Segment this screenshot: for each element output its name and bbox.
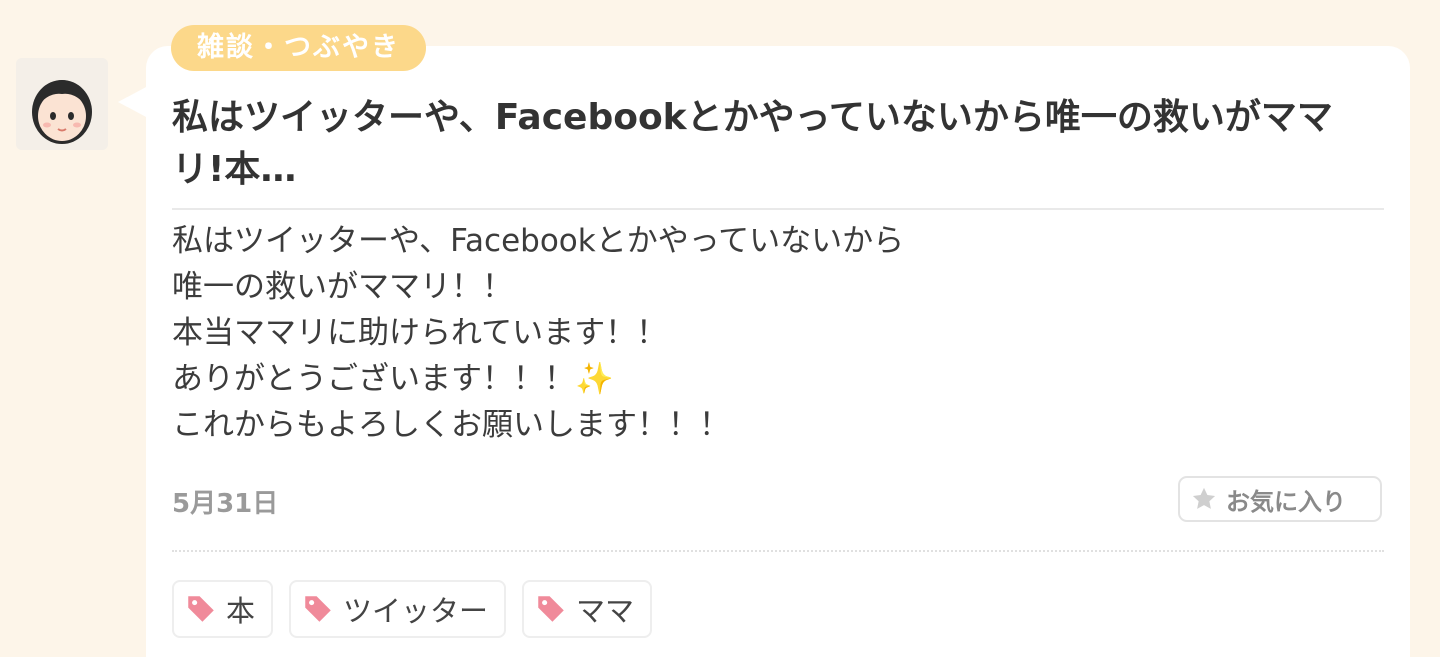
star-icon xyxy=(1192,487,1216,509)
tag-item[interactable]: 本 xyxy=(172,580,274,638)
tag-icon xyxy=(188,596,214,622)
category-badge[interactable]: 雑談・つぶやき xyxy=(171,25,426,71)
post-page: 雑談・つぶやき 私はツイッターや、Facebookとかやっていないから唯一の救い… xyxy=(0,0,1440,657)
tag-icon xyxy=(538,596,564,622)
speech-bubble-tail xyxy=(118,86,148,118)
user-avatar-icon xyxy=(16,58,108,150)
post-title[interactable]: 私はツイッターや、Facebookとかやっていないから唯一の救いがママリ!本… xyxy=(172,92,1384,196)
body-line: 唯一の救いがママリ！！ xyxy=(172,269,513,305)
tag-item[interactable]: ツイッター xyxy=(289,580,507,638)
post-body: 私はツイッターや、Facebookとかやっていないから 唯一の救いがママリ！！ … xyxy=(172,218,1384,448)
tag-icon xyxy=(305,596,331,622)
tag-item[interactable]: ママ xyxy=(522,580,653,638)
post-date: 5月31日 xyxy=(172,489,279,519)
tag-list: 本 ツイッター ママ xyxy=(172,580,653,638)
tag-label: ツイッター xyxy=(343,594,489,628)
body-line: 私はツイッターや、Facebookとかやっていないから xyxy=(172,223,905,259)
tag-label: 本 xyxy=(226,594,256,628)
favorite-button[interactable]: お気に入り xyxy=(1178,476,1382,522)
title-divider xyxy=(172,208,1384,210)
tag-label: ママ xyxy=(576,594,635,628)
favorite-label: お気に入り xyxy=(1226,487,1346,516)
user-avatar[interactable] xyxy=(16,58,108,150)
body-line: これからもよろしくお願いします！！！ xyxy=(172,407,730,443)
tags-divider xyxy=(172,550,1384,552)
body-line: 本当ママリに助けられています！！ xyxy=(172,315,668,351)
body-line: ありがとうございます！！！✨ xyxy=(172,361,614,397)
